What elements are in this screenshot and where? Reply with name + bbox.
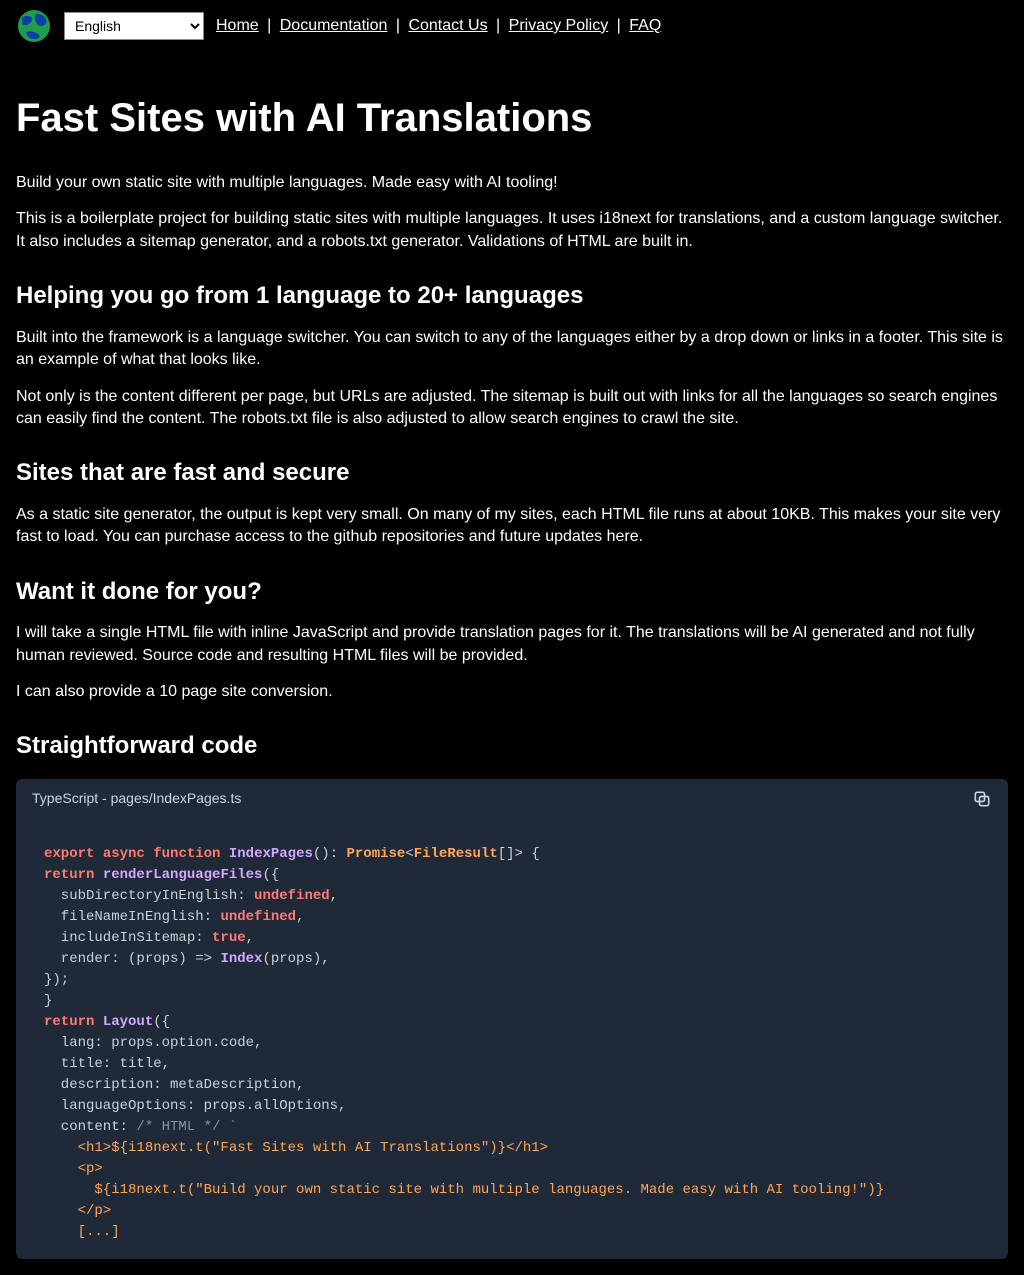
intro-p1: Build your own static site with multiple… [16,172,1008,194]
intro-p2: This is a boilerplate project for buildi… [16,208,1008,253]
section-done-p1: I will take a single HTML file with inli… [16,622,1008,667]
nav-faq[interactable]: FAQ [629,17,661,34]
nav-privacy[interactable]: Privacy Policy [509,17,609,34]
code-content: export async function IndexPages(): Prom… [16,815,1008,1259]
globe-icon [16,8,52,44]
nav-sep: | [396,17,400,34]
language-select[interactable]: English [64,12,204,40]
top-nav: Home | Documentation | Contact Us | Priv… [216,15,661,37]
section-languages-p2: Not only is the content different per pa… [16,386,1008,431]
nav-sep: | [617,17,621,34]
section-done-heading: Want it done for you? [16,575,1008,609]
section-fast-heading: Sites that are fast and secure [16,456,1008,490]
nav-sep: | [496,17,500,34]
nav-contact[interactable]: Contact Us [408,17,487,34]
nav-documentation[interactable]: Documentation [280,17,388,34]
section-languages-heading: Helping you go from 1 language to 20+ la… [16,279,1008,313]
section-fast-p1: As a static site generator, the output i… [16,504,1008,549]
code-filename: TypeScript - pages/IndexPages.ts [32,789,241,809]
section-languages-p1: Built into the framework is a language s… [16,327,1008,372]
nav-sep: | [267,17,271,34]
code-block: TypeScript - pages/IndexPages.ts export … [16,779,1008,1259]
copy-icon[interactable] [972,789,992,809]
page-title: Fast Sites with AI Translations [16,90,1008,146]
nav-home[interactable]: Home [216,17,259,34]
section-done-p2: I can also provide a 10 page site conver… [16,681,1008,703]
section-code-heading: Straightforward code [16,729,1008,763]
